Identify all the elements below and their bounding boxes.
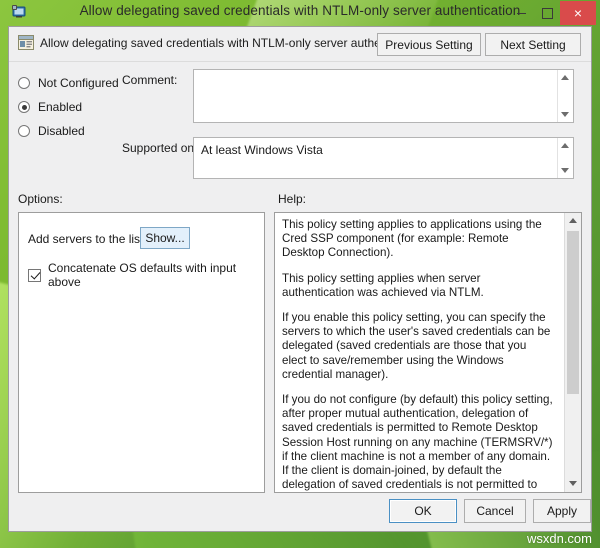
chevron-down-icon — [569, 481, 577, 486]
dialog-body: Allow delegating saved credentials with … — [8, 26, 592, 532]
add-servers-label: Add servers to the list: — [28, 232, 147, 246]
options-panel: Add servers to the list: Show... Concate… — [18, 212, 265, 493]
minimize-button[interactable] — [508, 0, 534, 26]
concatenate-os-defaults-checkbox[interactable]: Concatenate OS defaults with input above — [28, 261, 264, 289]
radio-enabled[interactable]: Enabled — [18, 99, 82, 115]
title-bar[interactable]: Allow delegating saved credentials with … — [0, 0, 600, 26]
maximize-button[interactable] — [534, 0, 560, 26]
watermark: wsxdn.com — [526, 531, 592, 546]
chevron-down-icon[interactable] — [561, 112, 569, 117]
chevron-up-icon[interactable] — [561, 75, 569, 80]
radio-icon — [18, 125, 30, 137]
scroll-down-button[interactable] — [565, 476, 581, 492]
radio-label: Enabled — [38, 100, 83, 114]
show-button[interactable]: Show... — [140, 227, 190, 249]
help-panel: This policy setting applies to applicati… — [274, 212, 582, 493]
comment-input[interactable] — [193, 69, 574, 123]
chevron-up-icon[interactable] — [561, 143, 569, 148]
chevron-up-icon — [569, 218, 577, 223]
radio-not-configured[interactable]: Not Configured — [18, 75, 119, 91]
scroll-up-button[interactable] — [565, 213, 581, 229]
maximize-icon — [541, 7, 553, 19]
close-icon: × — [573, 5, 583, 21]
help-section-label: Help: — [278, 192, 307, 206]
policy-header: Allow delegating saved credentials with … — [9, 27, 591, 61]
help-paragraph: If you enable this policy setting, you c… — [282, 311, 551, 381]
cancel-button[interactable]: Cancel — [464, 499, 526, 523]
header-divider — [9, 61, 591, 62]
previous-setting-button[interactable]: Previous Setting — [377, 33, 481, 56]
radio-icon-selected — [18, 101, 30, 113]
policy-title: Allow delegating saved credentials with … — [40, 36, 426, 50]
window-frame: Allow delegating saved credentials with … — [0, 0, 600, 548]
help-paragraph: If you do not configure (by default) thi… — [282, 393, 553, 492]
close-button[interactable]: × — [560, 1, 596, 25]
help-paragraph: This policy setting applies when server … — [282, 271, 484, 299]
comment-scrollbar[interactable] — [557, 70, 573, 122]
checkbox-icon-checked — [28, 268, 41, 282]
options-section-label: Options: — [18, 192, 63, 206]
supported-on-scrollbar[interactable] — [557, 138, 573, 178]
scrollbar-thumb[interactable] — [567, 231, 579, 394]
comment-label: Comment: — [122, 73, 178, 87]
checkbox-label: Concatenate OS defaults with input above — [48, 261, 237, 289]
apply-button[interactable]: Apply — [533, 499, 591, 523]
radio-label: Disabled — [38, 124, 85, 138]
ok-button[interactable]: OK — [389, 499, 457, 523]
next-setting-button[interactable]: Next Setting — [485, 33, 581, 56]
help-scrollbar[interactable] — [564, 213, 581, 492]
help-paragraph: This policy setting applies to applicati… — [282, 218, 542, 260]
supported-on-label: Supported on: — [122, 141, 198, 155]
policy-setting-icon — [18, 35, 34, 50]
supported-on-field: At least Windows Vista — [193, 137, 574, 179]
minimize-icon — [516, 12, 526, 14]
help-text: This policy setting applies to applicati… — [282, 218, 553, 492]
radio-icon — [18, 77, 30, 89]
chevron-down-icon[interactable] — [561, 168, 569, 173]
radio-label: Not Configured — [38, 76, 119, 90]
supported-on-value: At least Windows Vista — [201, 143, 323, 157]
radio-disabled[interactable]: Disabled — [18, 123, 85, 139]
